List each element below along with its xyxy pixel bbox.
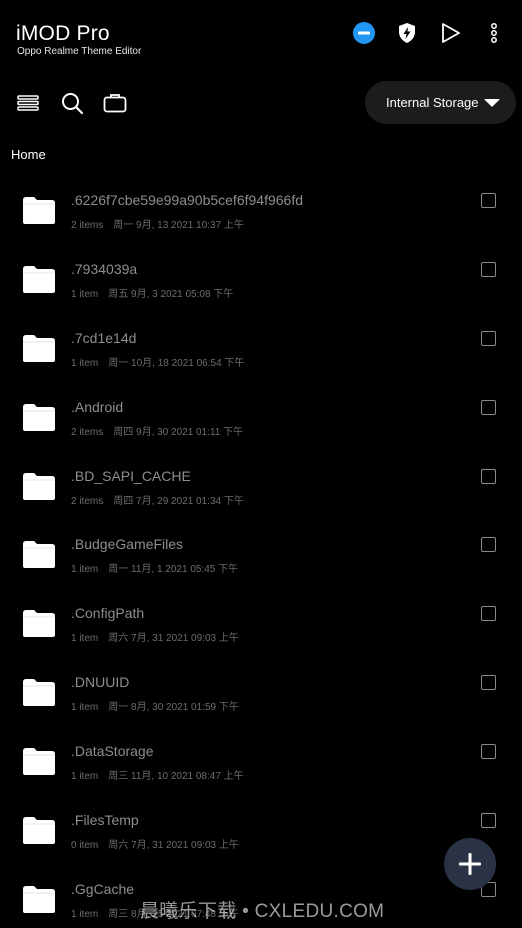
file-item-count: 1 item — [71, 633, 99, 645]
file-item-count: 1 item — [71, 564, 99, 576]
file-meta: 1 item 周一 8月, 30 2021 01:59 下午 — [71, 698, 239, 713]
select-checkbox[interactable] — [481, 193, 496, 208]
plus-icon — [459, 853, 481, 875]
file-name: .GgCache — [71, 880, 135, 897]
file-meta: 1 item 周五 9月, 3 2021 05:08 下午 — [71, 285, 233, 300]
file-row[interactable]: .BudgeGameFiles 1 item 周一 11月, 1 2021 05:… — [0, 509, 522, 578]
file-row[interactable]: .ConfigPath 1 item 周六 7月, 31 2021 09:03 上… — [0, 578, 522, 647]
file-meta: 0 item 周六 7月, 31 2021 09:03 上午 — [71, 836, 239, 851]
file-meta: 1 item 周三 11月, 10 2021 08:47 上午 — [71, 767, 244, 782]
folder-icon — [22, 333, 56, 363]
app-bar: iMOD Pro Oppo Realme Theme Editor — [0, 0, 522, 68]
shield-bolt-icon[interactable] — [394, 20, 420, 46]
file-name: .BudgeGameFiles — [71, 536, 184, 553]
play-icon[interactable] — [437, 20, 463, 46]
folder-icon — [22, 539, 56, 569]
file-date: 周三 11月, 10 2021 08:47 上午 — [108, 771, 244, 783]
storage-label: Internal Storage — [386, 95, 479, 110]
file-name: .7cd1e14d — [71, 329, 137, 346]
file-name: .Android — [71, 398, 124, 415]
file-item-count: 0 item — [71, 840, 99, 852]
file-meta: 1 item 周六 7月, 31 2021 09:03 上午 — [71, 629, 239, 644]
select-checkbox[interactable] — [481, 468, 496, 484]
select-checkbox[interactable] — [481, 330, 496, 346]
add-fab-button[interactable] — [444, 838, 496, 890]
minus-circle-icon[interactable] — [351, 20, 377, 46]
file-row[interactable]: .7934039a 1 item 周五 9月, 3 2021 05:08 下午 — [0, 234, 522, 303]
folder-icon — [22, 402, 56, 432]
file-name: .6226f7cbe59e99a90b5cef6f94f966fd — [71, 192, 303, 208]
file-date: 周五 9月, 3 2021 05:08 下午 — [108, 288, 234, 300]
folder-icon — [22, 264, 56, 294]
file-item-count: 1 item — [71, 771, 99, 783]
file-row[interactable]: .Android 2 items 周四 9月, 30 2021 01:11 下午 — [0, 372, 522, 441]
file-date: 周六 7月, 31 2021 09:03 上午 — [108, 840, 239, 852]
file-row[interactable]: .DNUUID 1 item 周一 8月, 30 2021 01:59 下午 — [0, 647, 522, 716]
file-meta: 1 item 周一 11月, 1 2021 05:45 下午 — [71, 560, 238, 575]
file-date: 周一 9月, 13 2021 10:37 上午 — [113, 220, 244, 231]
folder-icon — [22, 884, 56, 914]
select-checkbox[interactable] — [481, 675, 496, 691]
folder-icon — [22, 195, 56, 225]
select-checkbox[interactable] — [481, 261, 496, 277]
folder-icon — [22, 746, 56, 776]
file-list: .6226f7cbe59e99a90b5cef6f94f966fd 2 item… — [0, 165, 522, 923]
file-row[interactable]: .6226f7cbe59e99a90b5cef6f94f966fd 2 item… — [0, 165, 522, 234]
file-item-count: 1 item — [71, 288, 99, 300]
file-meta: 1 item 周一 10月, 18 2021 06:54 下午 — [71, 354, 244, 369]
file-row[interactable]: .DataStorage 1 item 周三 11月, 10 2021 08:47… — [0, 716, 522, 785]
file-item-count: 2 items — [71, 495, 104, 507]
file-item-count: 1 item — [71, 908, 99, 920]
folder-icon — [22, 677, 56, 707]
menu-icon[interactable] — [15, 90, 41, 116]
select-checkbox[interactable] — [481, 537, 496, 553]
file-meta: 2 items 周一 9月, 13 2021 10:37 上午 — [71, 216, 244, 231]
file-item-count: 2 items — [71, 426, 104, 438]
storage-selector[interactable]: Internal Storage — [365, 81, 516, 124]
file-name: .BD_SAPI_CACHE — [71, 467, 191, 484]
watermark: 晨曦乐下载 • CXLEDU.COM — [140, 901, 385, 922]
file-name: .7934039a — [71, 260, 138, 277]
select-checkbox[interactable] — [481, 744, 496, 760]
file-item-count: 1 item — [71, 702, 99, 714]
select-checkbox[interactable] — [481, 399, 496, 415]
file-date: 周六 7月, 31 2021 09:03 上午 — [108, 633, 239, 645]
file-item-count: 2 items — [71, 220, 104, 231]
file-name: .ConfigPath — [71, 605, 145, 622]
file-row[interactable]: .FilesTemp 0 item 周六 7月, 31 2021 09:03 上午 — [0, 785, 522, 854]
file-date: 周一 11月, 1 2021 05:45 下午 — [108, 564, 239, 576]
search-icon[interactable] — [59, 90, 85, 116]
more-vert-icon[interactable] — [481, 20, 507, 46]
file-item-count: 1 item — [71, 357, 99, 369]
select-checkbox[interactable] — [481, 606, 496, 622]
file-date: 周一 10月, 18 2021 06:54 下午 — [108, 357, 245, 369]
file-row[interactable]: .BD_SAPI_CACHE 2 items 周四 7月, 29 2021 01:… — [0, 441, 522, 510]
folder-icon — [22, 608, 56, 638]
file-name: .DataStorage — [71, 743, 154, 760]
app-title: iMOD Pro — [16, 22, 110, 45]
file-row[interactable]: .7cd1e14d 1 item 周一 10月, 18 2021 06:54 下午 — [0, 303, 522, 372]
app-subtitle: Oppo Realme Theme Editor — [17, 46, 142, 57]
file-date: 周四 7月, 29 2021 01:34 下午 — [113, 495, 244, 507]
folder-icon — [22, 471, 56, 501]
briefcase-icon[interactable] — [102, 90, 128, 116]
file-name: .DNUUID — [71, 674, 130, 691]
file-meta: 2 items 周四 9月, 30 2021 01:11 下午 — [71, 423, 243, 438]
select-checkbox[interactable] — [481, 813, 496, 829]
file-date: 周一 8月, 30 2021 01:59 下午 — [108, 702, 239, 714]
breadcrumb[interactable]: Home — [11, 147, 46, 162]
caret-down-icon — [484, 99, 500, 107]
file-date: 周四 9月, 30 2021 01:11 下午 — [113, 426, 244, 438]
folder-icon — [22, 815, 56, 845]
file-meta: 2 items 周四 7月, 29 2021 01:34 下午 — [71, 492, 244, 507]
file-name: .FilesTemp — [71, 812, 139, 829]
